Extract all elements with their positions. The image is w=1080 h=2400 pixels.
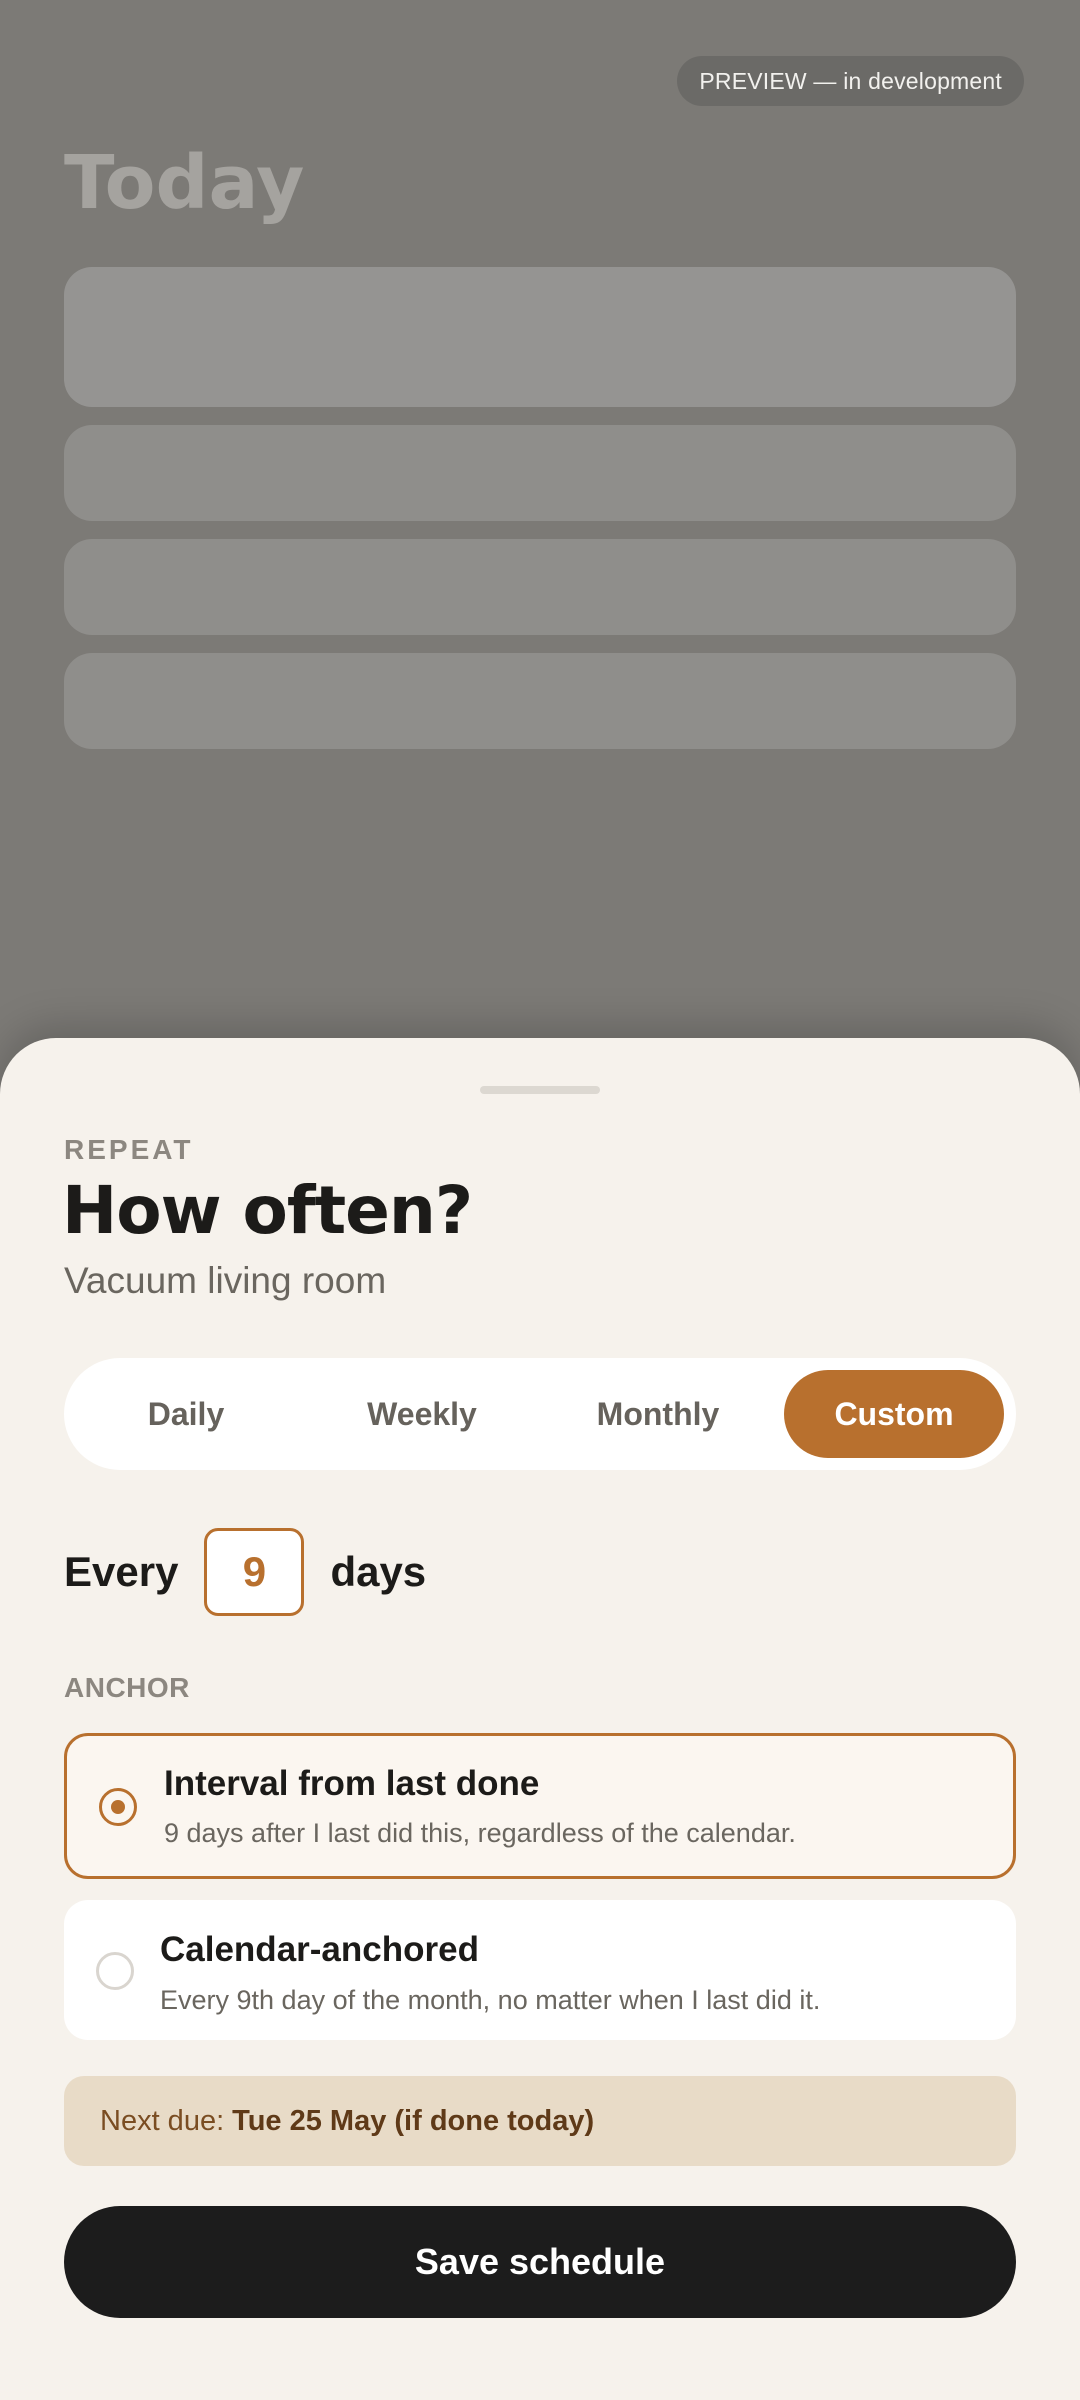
repeat-bottom-sheet: REPEAT How often? Vacuum living room Dai… xyxy=(0,1038,1080,2400)
anchor-option-calendar[interactable]: Calendar-anchored Every 9th day of the m… xyxy=(64,1900,1016,2040)
background-card xyxy=(64,539,1016,635)
save-schedule-button[interactable]: Save schedule xyxy=(64,2206,1016,2318)
interval-prefix: Every xyxy=(64,1548,179,1595)
background-card xyxy=(64,653,1016,749)
preview-badge: PREVIEW — in development xyxy=(677,56,1024,106)
sheet-eyebrow: REPEAT xyxy=(64,1134,194,1165)
segment-weekly[interactable]: Weekly xyxy=(312,1370,532,1458)
background-card xyxy=(64,267,1016,407)
interval-number-input[interactable]: 9 xyxy=(204,1528,305,1616)
next-due-banner: Next due: Tue 25 May (if done today) xyxy=(64,2076,1016,2166)
next-due-label: Next due: xyxy=(100,2104,225,2137)
task-name: Vacuum living room xyxy=(64,1260,387,1301)
option-title: Interval from last done xyxy=(164,1764,540,1803)
segment-custom[interactable]: Custom xyxy=(784,1370,1004,1458)
background-card xyxy=(64,425,1016,521)
sheet-drag-handle[interactable] xyxy=(480,1086,600,1094)
segment-monthly[interactable]: Monthly xyxy=(548,1370,768,1458)
option-description: Every 9th day of the month, no matter wh… xyxy=(160,1985,821,2015)
radio-selected-icon[interactable] xyxy=(99,1788,137,1826)
interval-unit: days xyxy=(330,1548,427,1595)
anchor-section-label: ANCHOR xyxy=(64,1672,190,1703)
interval-row: Every 9 days xyxy=(64,1528,426,1616)
option-description: 9 days after I last did this, regardless… xyxy=(164,1818,796,1848)
background-title: Today xyxy=(64,140,305,226)
anchor-option-interval[interactable]: Interval from last done 9 days after I l… xyxy=(64,1733,1016,1879)
sheet-title: How often? xyxy=(62,1172,473,1249)
radio-unselected-icon[interactable] xyxy=(96,1952,134,1990)
segment-daily[interactable]: Daily xyxy=(76,1370,296,1458)
option-title: Calendar-anchored xyxy=(160,1930,479,1969)
next-due-value: Tue 25 May (if done today) xyxy=(232,2104,595,2137)
frequency-segmented-control: Daily Weekly Monthly Custom xyxy=(64,1358,1016,1470)
